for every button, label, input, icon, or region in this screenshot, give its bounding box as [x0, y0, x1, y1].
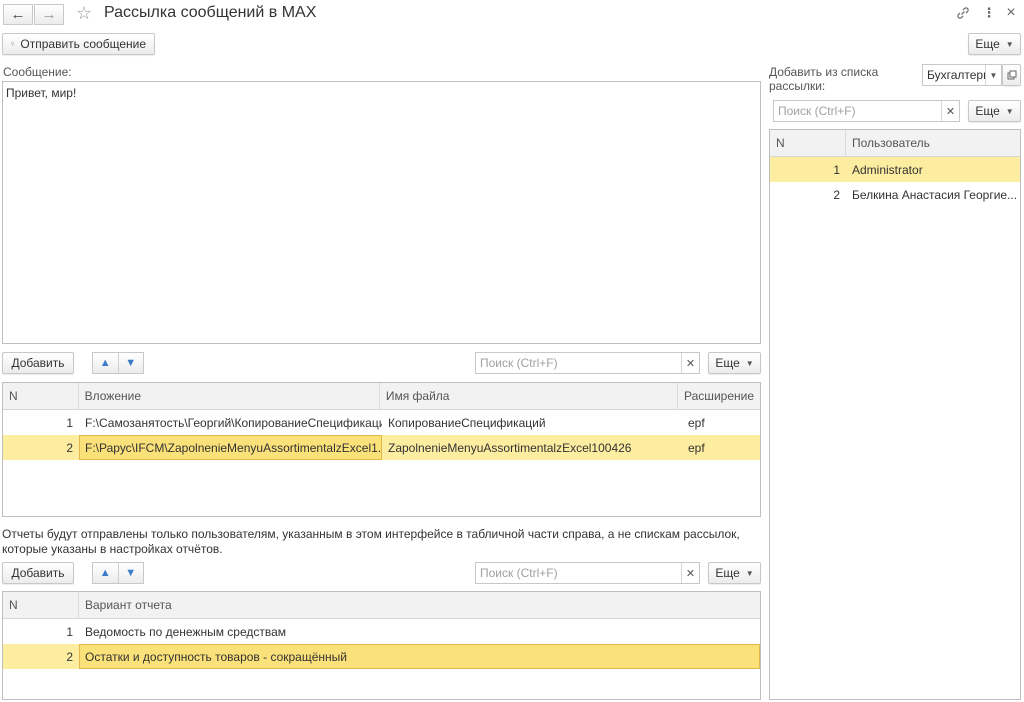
clear-icon[interactable]: ✕: [681, 563, 699, 583]
arrow-left-icon: ←: [10, 6, 26, 23]
arrow-down-icon[interactable]: ▼: [117, 563, 144, 583]
more-label: Еще: [975, 104, 1000, 118]
caret-down-icon: ▼: [745, 568, 754, 578]
more-label: Еще: [715, 356, 740, 370]
row-number: 2: [833, 187, 840, 202]
users-table: N Пользователь 1 Administrator 2 Белкина…: [769, 129, 1021, 700]
column-header[interactable]: Вложение: [79, 383, 380, 409]
close-icon[interactable]: ×: [1003, 4, 1019, 21]
report-name: Ведомость по денежным средствам: [85, 624, 287, 639]
mailing-list-value: Бухгалтеры: [927, 68, 985, 82]
table-row[interactable]: 1 Administrator: [770, 157, 1020, 182]
caret-down-icon: ▼: [1005, 39, 1014, 49]
table-row[interactable]: 2 Белкина Анастасия Георгие...: [770, 182, 1020, 207]
column-header[interactable]: Имя файла: [380, 383, 679, 409]
search-placeholder: Поиск (Ctrl+F): [480, 356, 558, 370]
file-extension: epf: [688, 415, 705, 430]
page-title: Рассылка сообщений в MAX: [104, 4, 317, 21]
search-placeholder: Поиск (Ctrl+F): [778, 104, 856, 118]
message-textarea[interactable]: Привет, мир!: [2, 81, 761, 344]
user-name: Белкина Анастасия Георгие...: [852, 187, 1018, 202]
move-buttons[interactable]: ▲ ▼: [92, 352, 144, 374]
attachment-path: F:\Самозанятость\Георгий\КопированиеСпец…: [85, 415, 382, 430]
open-list-button[interactable]: [1002, 64, 1021, 86]
reports-more-button[interactable]: Еще ▼: [708, 562, 761, 584]
table-row[interactable]: 2 F:\Рарус\IFCM\ZapolnenieMenyuAssortime…: [3, 435, 760, 460]
table-row[interactable]: 1 Ведомость по денежным средствам: [3, 619, 760, 644]
add-report-button[interactable]: Добавить: [2, 562, 74, 584]
users-more-button[interactable]: Еще ▼: [968, 100, 1021, 122]
attachments-search-input[interactable]: Поиск (Ctrl+F) ✕: [475, 352, 700, 374]
forward-button[interactable]: →: [34, 4, 64, 25]
report-name[interactable]: Остатки и доступность товаров - сокращён…: [79, 644, 760, 669]
more-label: Еще: [975, 37, 1000, 51]
row-number: 1: [66, 624, 73, 639]
table-header: N Вложение Имя файла Расширение: [3, 383, 760, 410]
caret-down-icon: ▼: [745, 358, 754, 368]
column-header[interactable]: Вариант отчета: [79, 592, 760, 618]
add-label: Добавить: [11, 356, 65, 370]
column-header[interactable]: Пользователь: [846, 130, 1020, 156]
chevron-down-icon[interactable]: ▼: [985, 65, 1001, 85]
filter-icon: [11, 42, 15, 46]
attachments-more-button[interactable]: Еще ▼: [708, 352, 761, 374]
table-header: N Вариант отчета: [3, 592, 760, 619]
more-vertical-icon[interactable]: ⋮: [981, 5, 997, 21]
arrow-down-icon[interactable]: ▼: [117, 353, 144, 373]
add-attachment-button[interactable]: Добавить: [2, 352, 74, 374]
clear-icon[interactable]: ✕: [681, 353, 699, 373]
arrow-up-icon[interactable]: ▲: [93, 353, 118, 373]
attachment-path[interactable]: F:\Рарус\IFCM\ZapolnenieMenyuAssortiment…: [79, 435, 382, 460]
move-buttons[interactable]: ▲ ▼: [92, 562, 144, 584]
mailing-list-label: Добавить из списка рассылки:: [769, 65, 879, 93]
row-number: 1: [66, 415, 73, 430]
open-window-icon: [1007, 70, 1016, 80]
column-header[interactable]: Расширение: [678, 383, 760, 409]
caret-down-icon: ▼: [1005, 106, 1014, 116]
add-label: Добавить: [11, 566, 65, 580]
arrow-up-icon[interactable]: ▲: [93, 563, 118, 583]
search-placeholder: Поиск (Ctrl+F): [480, 566, 558, 580]
link-icon[interactable]: [955, 5, 971, 21]
mailing-list-select[interactable]: Бухгалтеры ▼: [922, 64, 1002, 86]
row-number: 1: [833, 162, 840, 177]
reports-table: N Вариант отчета 1 Ведомость по денежным…: [2, 591, 761, 700]
table-row[interactable]: 2 Остатки и доступность товаров - сокращ…: [3, 644, 760, 669]
info-text: Отчеты будут отправлены только пользоват…: [2, 527, 740, 556]
back-button[interactable]: ←: [3, 4, 33, 25]
user-name: Administrator: [852, 162, 923, 177]
table-header: N Пользователь: [770, 130, 1020, 157]
attachments-table: N Вложение Имя файла Расширение 1 F:\Сам…: [2, 382, 761, 517]
column-header[interactable]: N: [3, 383, 79, 409]
users-search-input[interactable]: Поиск (Ctrl+F) ✕: [773, 100, 960, 122]
column-header[interactable]: N: [3, 592, 79, 618]
send-message-label: Отправить сообщение: [20, 37, 146, 51]
column-header[interactable]: N: [770, 130, 846, 156]
table-row[interactable]: 1 F:\Самозанятость\Георгий\КопированиеСп…: [3, 410, 760, 435]
row-number: 2: [66, 440, 73, 455]
favorite-star-icon[interactable]: ☆: [76, 3, 92, 24]
more-button-top[interactable]: Еще ▼: [968, 33, 1021, 55]
send-message-button[interactable]: Отправить сообщение: [2, 33, 155, 55]
arrow-right-icon: →: [41, 6, 57, 23]
row-number: 2: [66, 649, 73, 664]
clear-icon[interactable]: ✕: [941, 101, 959, 121]
file-name: КопированиеСпецификаций: [388, 415, 546, 430]
more-label: Еще: [715, 566, 740, 580]
reports-search-input[interactable]: Поиск (Ctrl+F) ✕: [475, 562, 700, 584]
message-label: Сообщение:: [3, 65, 72, 79]
file-name: ZapolnenieMenyuAssortimentalzExcel100426: [388, 440, 632, 455]
file-extension: epf: [688, 440, 705, 455]
